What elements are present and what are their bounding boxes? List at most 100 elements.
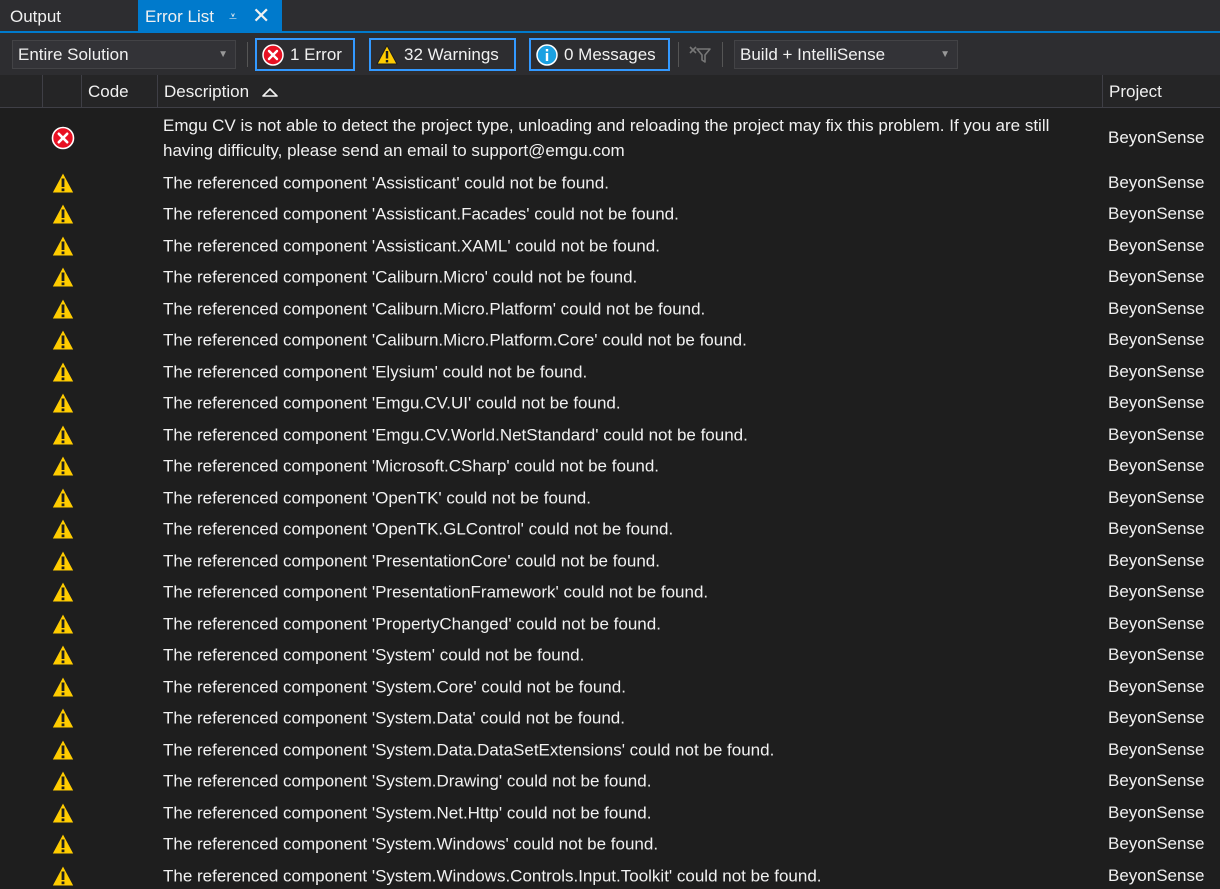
row-description: The referenced component 'System.Core' c… xyxy=(163,677,626,697)
row-project: BeyonSense xyxy=(1108,708,1205,728)
table-row[interactable]: The referenced component 'System' could … xyxy=(0,640,1220,672)
row-description: The referenced component 'PropertyChange… xyxy=(163,614,661,634)
row-description: The referenced component 'Emgu.CV.UI' co… xyxy=(163,393,621,413)
column-header-project[interactable]: Project xyxy=(1102,75,1220,107)
table-row[interactable]: The referenced component 'System.Net.Htt… xyxy=(0,797,1220,829)
table-row[interactable]: The referenced component 'System.Drawing… xyxy=(0,766,1220,798)
warning-icon xyxy=(51,738,75,762)
tab-output[interactable]: Output xyxy=(0,0,126,31)
tab-error-list[interactable]: Error List ⩡ ✕ xyxy=(138,0,282,31)
warning-icon xyxy=(51,297,75,321)
table-row[interactable]: The referenced component 'System.Data' c… xyxy=(0,703,1220,735)
toolbar-separator xyxy=(247,42,248,67)
error-icon xyxy=(262,44,284,66)
build-source-value: Build + IntelliSense xyxy=(740,45,886,64)
scope-dropdown[interactable]: Entire Solution ▼ xyxy=(12,40,236,69)
table-row[interactable]: The referenced component 'OpenTK.GLContr… xyxy=(0,514,1220,546)
row-description: The referenced component 'Elysium' could… xyxy=(163,362,588,382)
toolbar-separator xyxy=(722,42,723,67)
error-list-toolbar: Entire Solution ▼ 1 Error 32 Warnings 0 … xyxy=(0,33,1220,75)
sort-ascending-icon xyxy=(262,88,278,97)
row-project: BeyonSense xyxy=(1108,834,1205,854)
tab-error-list-label: Error List xyxy=(145,7,214,26)
warning-icon xyxy=(376,45,398,65)
row-description: The referenced component 'System.Net.Htt… xyxy=(163,803,652,823)
warning-icon xyxy=(51,234,75,258)
table-row[interactable]: The referenced component 'Assisticant.Fa… xyxy=(0,199,1220,231)
table-row[interactable]: The referenced component 'Elysium' could… xyxy=(0,356,1220,388)
table-row[interactable]: The referenced component 'Caliburn.Micro… xyxy=(0,293,1220,325)
row-project: BeyonSense xyxy=(1108,298,1205,318)
row-description: The referenced component 'System.Data.Da… xyxy=(163,740,775,760)
row-description: The referenced component 'Caliburn.Micro… xyxy=(163,267,638,287)
warning-icon xyxy=(51,864,75,888)
table-row[interactable]: The referenced component 'Emgu.CV.World.… xyxy=(0,419,1220,451)
close-icon[interactable]: ✕ xyxy=(252,0,270,32)
warning-icon xyxy=(51,454,75,478)
row-description: The referenced component 'PresentationFr… xyxy=(163,582,709,602)
table-row[interactable]: The referenced component 'Emgu.CV.UI' co… xyxy=(0,388,1220,420)
row-project: BeyonSense xyxy=(1108,865,1205,885)
table-row[interactable]: The referenced component 'Microsoft.CSha… xyxy=(0,451,1220,483)
clear-filter-icon[interactable] xyxy=(688,43,712,65)
warning-icon xyxy=(51,612,75,636)
column-header-code[interactable]: Code xyxy=(81,75,157,107)
table-row[interactable]: Emgu CV is not able to detect the projec… xyxy=(0,108,1220,167)
row-project: BeyonSense xyxy=(1108,582,1205,602)
row-description: The referenced component 'System.Data' c… xyxy=(163,708,625,728)
table-row[interactable]: The referenced component 'System.Windows… xyxy=(0,829,1220,861)
row-description: The referenced component 'Assisticant.XA… xyxy=(163,236,660,256)
column-header-description-label: Description xyxy=(164,82,250,101)
warning-icon xyxy=(51,801,75,825)
messages-filter-button[interactable]: 0 Messages xyxy=(529,38,670,71)
scope-dropdown-value: Entire Solution xyxy=(18,45,129,64)
warnings-filter-button[interactable]: 32 Warnings xyxy=(369,38,516,71)
row-project: BeyonSense xyxy=(1108,330,1205,350)
row-description: The referenced component 'OpenTK' could … xyxy=(163,488,591,508)
table-row[interactable]: The referenced component 'OpenTK' could … xyxy=(0,482,1220,514)
info-icon xyxy=(536,44,558,66)
error-list-rows: Emgu CV is not able to detect the projec… xyxy=(0,108,1220,889)
warning-icon xyxy=(51,423,75,447)
column-header-project-label: Project xyxy=(1109,82,1162,101)
row-project: BeyonSense xyxy=(1108,204,1205,224)
row-description: The referenced component 'Emgu.CV.World.… xyxy=(163,425,748,445)
warning-icon xyxy=(51,675,75,699)
table-row[interactable]: The referenced component 'PropertyChange… xyxy=(0,608,1220,640)
row-project: BeyonSense xyxy=(1108,802,1205,822)
row-project: BeyonSense xyxy=(1108,456,1205,476)
row-description: Emgu CV is not able to detect the projec… xyxy=(163,115,1050,160)
table-row[interactable]: The referenced component 'PresentationCo… xyxy=(0,545,1220,577)
row-description: The referenced component 'Caliburn.Micro… xyxy=(163,330,747,350)
table-row[interactable]: The referenced component 'Assisticant' c… xyxy=(0,167,1220,199)
column-header-severity[interactable] xyxy=(42,75,82,107)
table-row[interactable]: The referenced component 'System.Data.Da… xyxy=(0,734,1220,766)
warning-icon xyxy=(51,549,75,573)
table-row[interactable]: The referenced component 'Caliburn.Micro… xyxy=(0,325,1220,357)
column-header-description[interactable]: Description xyxy=(157,75,1102,107)
table-row[interactable]: The referenced component 'System.Windows… xyxy=(0,860,1220,889)
column-header-row: Code Description Project xyxy=(0,75,1220,108)
warning-icon xyxy=(51,265,75,289)
row-project: BeyonSense xyxy=(1108,172,1205,192)
row-project: BeyonSense xyxy=(1108,424,1205,444)
pin-icon[interactable]: ⩡ xyxy=(229,0,237,33)
row-project: BeyonSense xyxy=(1108,127,1205,147)
table-row[interactable]: The referenced component 'PresentationFr… xyxy=(0,577,1220,609)
table-row[interactable]: The referenced component 'Assisticant.XA… xyxy=(0,230,1220,262)
table-row[interactable]: The referenced component 'System.Core' c… xyxy=(0,671,1220,703)
warning-icon xyxy=(51,328,75,352)
warning-icon xyxy=(51,202,75,226)
warning-icon xyxy=(51,643,75,667)
toolbar-separator xyxy=(678,42,679,67)
row-project: BeyonSense xyxy=(1108,645,1205,665)
table-row[interactable]: The referenced component 'Caliburn.Micro… xyxy=(0,262,1220,294)
build-source-dropdown[interactable]: Build + IntelliSense ▼ xyxy=(734,40,958,69)
row-description: The referenced component 'System' could … xyxy=(163,645,585,665)
row-project: BeyonSense xyxy=(1108,613,1205,633)
row-description: The referenced component 'OpenTK.GLContr… xyxy=(163,519,674,539)
row-project: BeyonSense xyxy=(1108,267,1205,287)
warning-icon xyxy=(51,580,75,604)
errors-filter-button[interactable]: 1 Error xyxy=(255,38,355,71)
warning-icon xyxy=(51,517,75,541)
